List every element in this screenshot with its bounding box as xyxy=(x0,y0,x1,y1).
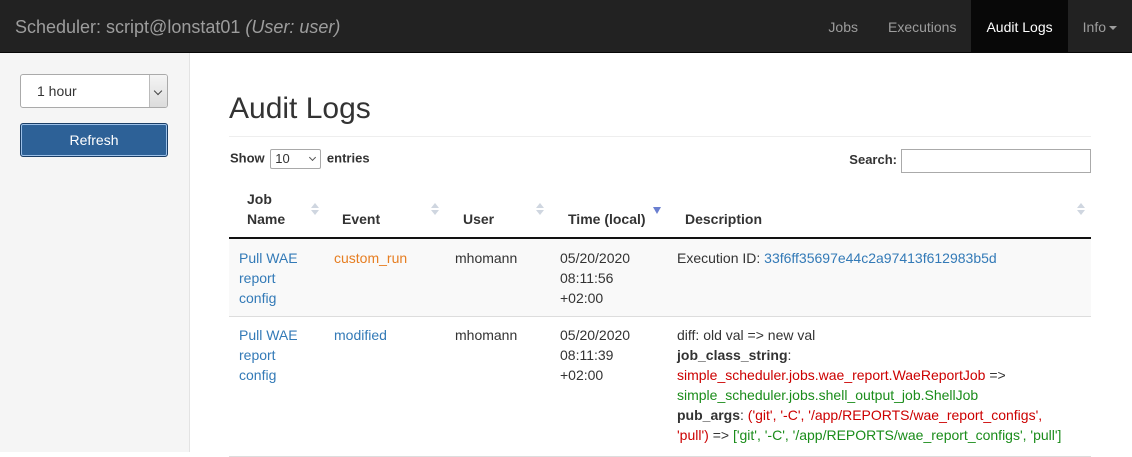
audit-logs-table: Job Name Event User Time (local) Descrip… xyxy=(229,184,1091,457)
job-name-line: report xyxy=(239,347,276,363)
search-label: Search: xyxy=(849,152,897,167)
diff-arrow: => xyxy=(708,427,733,443)
nav-audit-logs[interactable]: Audit Logs xyxy=(971,0,1068,53)
time-clock: 08:11:56 xyxy=(560,270,614,286)
length-prefix: Show xyxy=(230,150,265,166)
sort-icon xyxy=(431,203,439,217)
page-title: Audit Logs xyxy=(229,92,371,125)
diff-old-value: ('git', '-C', '/app/REPORTS/wae_report_c… xyxy=(747,407,1043,423)
search-control: Search: xyxy=(849,148,1091,173)
entries-per-page-select[interactable]: 10 xyxy=(270,149,322,169)
entries-per-page-value: 10 xyxy=(275,151,290,166)
job-name-line: Pull WAE xyxy=(239,327,298,343)
user-value: mhomann xyxy=(455,327,518,343)
time-date: 05/20/2020 xyxy=(560,250,631,266)
execution-id-prefix: Execution ID: xyxy=(677,250,765,266)
time-clock: 08:11:39 xyxy=(560,347,614,363)
sort-icon xyxy=(536,203,544,217)
event-value: modified xyxy=(334,327,387,343)
job-name-link[interactable]: Pull WAE report config xyxy=(239,325,298,385)
refresh-button[interactable]: Refresh xyxy=(20,123,168,157)
user-value: mhomann xyxy=(455,250,518,266)
description-diff: diff: old val => new val job_class_strin… xyxy=(677,325,1087,445)
time-date: 05/20/2020 xyxy=(560,327,631,343)
time-range-value: 1 hour xyxy=(37,83,77,99)
nav-links: Jobs Executions Audit Logs Info xyxy=(813,0,1132,53)
sort-desc-icon xyxy=(653,207,661,221)
column-header-job-name[interactable]: Job Name xyxy=(247,184,319,239)
column-label-description: Description xyxy=(685,211,763,227)
column-header-description[interactable]: Description xyxy=(685,184,1085,239)
sidebar: 1 hour Refresh xyxy=(0,53,190,452)
diff-old-value: simple_scheduler.jobs.wae_report.WaeRepo… xyxy=(677,367,986,383)
diff-new-value: simple_scheduler.jobs.shell_output_job.S… xyxy=(677,387,979,403)
column-label-job-name: Job Name xyxy=(247,191,286,227)
nav-jobs[interactable]: Jobs xyxy=(813,0,873,53)
job-name-line: config xyxy=(239,290,277,306)
entries-length-control: Show 10 entries xyxy=(230,149,370,169)
diff-new-value: ['git', '-C', '/app/REPORTS/wae_report_c… xyxy=(732,427,1062,443)
column-header-user[interactable]: User xyxy=(463,184,548,239)
diff-arrow: => xyxy=(985,367,1006,383)
main-content: Audit Logs Show 10 entries Search: Job N… xyxy=(229,53,1091,457)
diff-key-job-class: job_class_string xyxy=(677,347,788,363)
job-name-line: report xyxy=(239,270,276,286)
caret-down-icon xyxy=(1109,26,1117,31)
title-divider xyxy=(229,136,1091,137)
event-value: custom_run xyxy=(334,250,408,266)
time-range-select[interactable]: 1 hour xyxy=(20,74,168,108)
diff-old-value: 'pull') xyxy=(677,427,709,443)
sort-icon xyxy=(1077,203,1085,217)
execution-id-link[interactable]: 33f6ff35697e44c2a97413f612983b5d xyxy=(764,250,997,266)
description-value: Execution ID: 33f6ff35697e44c2a97413f612… xyxy=(677,248,997,268)
job-name-line: Pull WAE xyxy=(239,250,298,266)
column-label-user: User xyxy=(463,211,495,227)
time-offset: +02:00 xyxy=(560,290,604,306)
nav-info-dropdown[interactable]: Info xyxy=(1068,0,1132,53)
table-header: Job Name Event User Time (local) Descrip… xyxy=(229,184,1091,239)
column-header-time[interactable]: Time (local) xyxy=(568,184,668,239)
nav-executions[interactable]: Executions xyxy=(873,0,971,53)
sort-icon xyxy=(311,203,319,217)
diff-key-pub-args: pub_args xyxy=(677,407,741,423)
app-brand[interactable]: Scheduler: script@lonstat01 (User: user) xyxy=(15,0,340,53)
column-label-event: Event xyxy=(342,211,381,227)
time-value: 05/20/2020 08:11:56 +02:00 xyxy=(560,248,630,308)
table-row: Pull WAE report config custom_run mhoman… xyxy=(229,239,1091,317)
length-suffix: entries xyxy=(326,150,370,166)
search-input[interactable] xyxy=(901,148,1091,173)
table-row: Pull WAE report config modified mhomann … xyxy=(229,317,1091,457)
job-name-line: config xyxy=(239,367,277,383)
brand-title: Scheduler: script@lonstat01 xyxy=(15,17,241,37)
top-navbar: Scheduler: script@lonstat01 (User: user)… xyxy=(0,0,1132,53)
column-label-time: Time (local) xyxy=(568,211,646,227)
time-offset: +02:00 xyxy=(560,367,604,383)
column-header-event[interactable]: Event xyxy=(342,184,442,239)
chevron-down-icon[interactable] xyxy=(149,75,167,107)
time-value: 05/20/2020 08:11:39 +02:00 xyxy=(560,325,630,385)
nav-info-label: Info xyxy=(1082,19,1106,35)
diff-header: diff: old val => new val xyxy=(677,327,816,343)
brand-user: (User: user) xyxy=(245,17,341,37)
job-name-link[interactable]: Pull WAE report config xyxy=(239,248,298,308)
